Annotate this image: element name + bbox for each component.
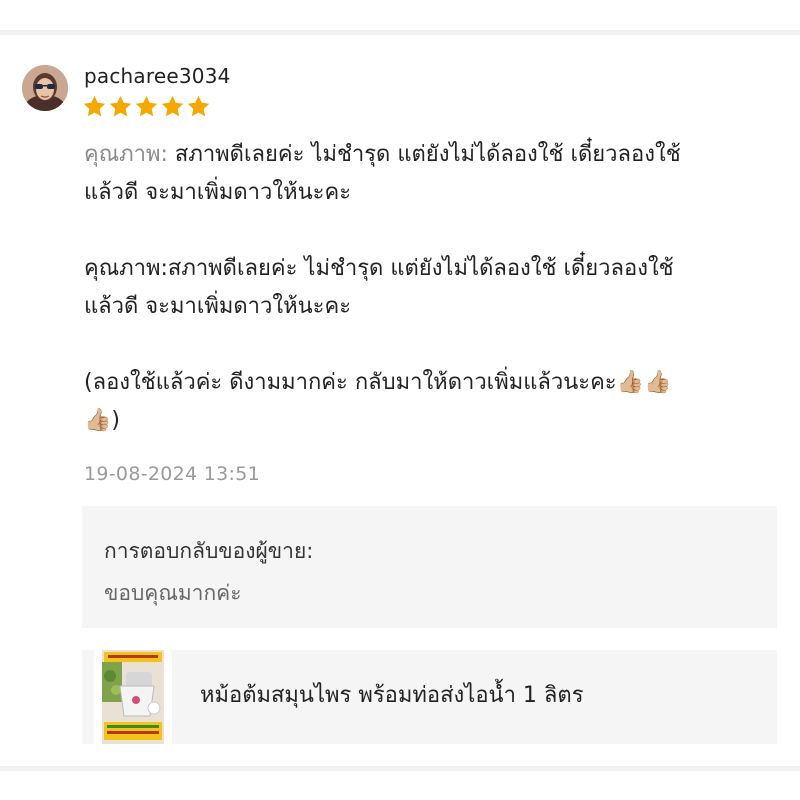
- seller-reply-box: การตอบกลับของผู้ขาย: ขอบคุณมากค่ะ: [82, 506, 777, 628]
- review-line-2: แล้วดี จะมาเพิ่มดาวให้นะคะ: [84, 180, 352, 205]
- thumbs-up-icon: 👍🏼: [644, 370, 672, 395]
- quality-label: คุณภาพ:: [84, 142, 168, 167]
- bottom-divider: [0, 766, 800, 771]
- thumbs-up-icon: 👍🏼: [84, 408, 112, 433]
- review-line-6-text: ): [111, 408, 120, 433]
- review-text: คุณภาพ: สภาพดีเลยค่ะ ไม่ชำรุด แต่ยังไม่ไ…: [84, 136, 774, 440]
- thumbs-up-icon: 👍🏼: [616, 370, 645, 395]
- review-line-1-text: สภาพดีเลยค่ะ ไม่ชำรุด แต่ยังไม่ได้ลองใช้…: [167, 142, 681, 167]
- star-icon: [187, 95, 210, 117]
- review-line-3: คุณภาพ:สภาพดีเลยค่ะ ไม่ชำรุด แต่ยังไม่ได…: [84, 256, 674, 281]
- username: pacharee3034: [84, 64, 231, 88]
- review-line-1: คุณภาพ: สภาพดีเลยค่ะ ไม่ชำรุด แต่ยังไม่ไ…: [84, 136, 774, 174]
- star-icon: [135, 95, 158, 117]
- review-line-6: 👍🏼): [84, 402, 774, 440]
- star-icon: [83, 95, 106, 117]
- product-name[interactable]: หม้อต้มสมุนไพร พร้อมท่อส่งไอน้ำ 1 ลิตร: [200, 680, 584, 712]
- avatar[interactable]: [22, 65, 68, 111]
- seller-reply-text: ขอบคุณมากค่ะ: [104, 581, 242, 605]
- product-card[interactable]: หม้อต้มสมุนไพร พร้อมท่อส่งไอน้ำ 1 ลิตร: [82, 650, 777, 744]
- review-line-4: แล้วดี จะมาเพิ่มดาวให้นะคะ: [84, 294, 352, 319]
- review-timestamp: 19-08-2024 13:51: [84, 463, 261, 485]
- star-rating: [82, 94, 211, 120]
- star-icon: [109, 95, 132, 117]
- seller-reply-title: การตอบกลับของผู้ขาย:: [104, 539, 314, 563]
- review-line-5-text: (ลองใช้แล้วค่ะ ดีงามมากค่ะ กลับมาให้ดาวเ…: [84, 370, 617, 395]
- product-image: [94, 650, 172, 744]
- top-divider: [0, 30, 800, 35]
- avatar-image: [22, 65, 68, 111]
- product-thumbnail[interactable]: [94, 650, 172, 744]
- review-line-5: (ลองใช้แล้วค่ะ ดีงามมากค่ะ กลับมาให้ดาวเ…: [84, 364, 774, 402]
- star-icon: [161, 95, 184, 117]
